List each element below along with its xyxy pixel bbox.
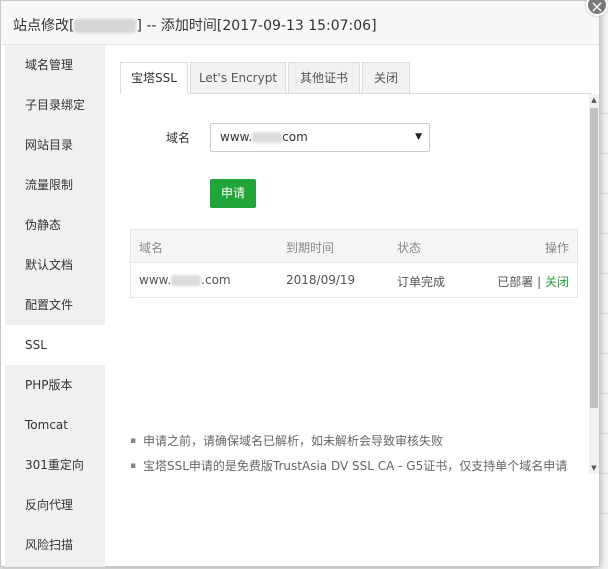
tips-list: 申请之前，请确保域名已解析，如未解析会导致审核失败 宝塔SSL申请的是免费版Tr… (130, 432, 580, 482)
redacted-domain (171, 275, 202, 286)
tab-other-cert[interactable]: 其他证书 (288, 62, 360, 94)
sidebar-item-default-document[interactable]: 默认文档 (5, 245, 105, 285)
sidebar-item-301-redirect[interactable]: 301重定向 (5, 445, 105, 485)
row-expire: 2018/09/19 (286, 273, 356, 287)
domain-select[interactable]: www. com ▼ (210, 123, 430, 152)
settings-sidebar: 域名管理 子目录绑定 网站目录 流量限制 伪静态 默认文档 配置文件 SSL P… (5, 45, 105, 567)
redacted-site-name (74, 19, 137, 33)
redacted-domain (252, 132, 283, 143)
scroll-up-icon[interactable]: ▲ (589, 94, 599, 106)
chevron-down-icon: ▼ (415, 132, 422, 142)
row-domain-prefix: www. (139, 273, 172, 287)
close-ssl-link[interactable]: 关闭 (545, 275, 569, 289)
tab-close-ssl[interactable]: 关闭 (362, 62, 410, 94)
sidebar-item-ssl[interactable]: SSL (5, 325, 105, 365)
scroll-thumb[interactable] (590, 108, 598, 408)
sidebar-item-config-file[interactable]: 配置文件 (5, 285, 105, 325)
tab-baota-ssl[interactable]: 宝塔SSL (120, 62, 188, 94)
sidebar-item-php-version[interactable]: PHP版本 (5, 365, 105, 405)
sidebar-item-traffic-limit[interactable]: 流量限制 (5, 165, 105, 205)
baota-ssl-panel: 域名 www. com ▼ 申请 域名 到期时间 状态 操作 www. .com 2… (120, 94, 592, 567)
tab-lets-encrypt[interactable]: Let's Encrypt (190, 62, 286, 94)
ssl-tabbar: 宝塔SSL Let's Encrypt 其他证书 关闭 (120, 62, 592, 94)
row-actions: 已部署 | 关闭 (497, 273, 569, 290)
header-domain: 域名 (139, 241, 164, 255)
sidebar-item-reverse-proxy[interactable]: 反向代理 (5, 485, 105, 525)
action-separator: | (537, 275, 542, 289)
scroll-down-icon[interactable]: ▼ (589, 462, 599, 474)
dialog-titlebar: 站点修改[ ] -- 添加时间[2017-09-13 15:07:06] (1, 1, 599, 45)
header-expire: 到期时间 (286, 241, 335, 255)
header-actions: 操作 (544, 241, 569, 255)
sidebar-item-rewrite[interactable]: 伪静态 (5, 205, 105, 245)
deployed-label: 已部署 (497, 275, 534, 289)
apply-button[interactable]: 申请 (210, 179, 256, 208)
content-scrollbar[interactable]: ▲ ▼ (589, 94, 599, 474)
domain-label: 域名 (166, 131, 191, 145)
sidebar-item-domain-management[interactable]: 域名管理 (5, 45, 105, 85)
row-domain: www. .com (139, 273, 231, 287)
tip-item: 宝塔SSL申请的是免费版TrustAsia DV SSL CA - G5证书，仅… (130, 457, 580, 482)
sidebar-item-tomcat[interactable]: Tomcat (5, 405, 105, 445)
ssl-content: 宝塔SSL Let's Encrypt 其他证书 关闭 域名 www. com ▼… (105, 45, 601, 567)
sidebar-item-risk-scan[interactable]: 风险扫描 (5, 525, 105, 565)
title-suffix: ] -- 添加时间[2017-09-13 15:07:06] (136, 18, 377, 34)
dialog-title: 站点修改[ ] -- 添加时间[2017-09-13 15:07:06] (13, 15, 377, 35)
table-header: 域名 到期时间 状态 操作 (131, 230, 577, 263)
tip-item: 申请之前，请确保域名已解析，如未解析会导致审核失败 (130, 432, 580, 457)
row-status: 订单完成 (397, 275, 446, 289)
header-status: 状态 (397, 241, 422, 255)
sidebar-item-subdirectory-binding[interactable]: 子目录绑定 (5, 85, 105, 125)
domain-prefix: www. (220, 130, 253, 144)
domain-suffix: com (282, 130, 308, 144)
title-prefix: 站点修改[ (13, 18, 75, 34)
site-edit-dialog: 站点修改[ ] -- 添加时间[2017-09-13 15:07:06] 域名管理… (0, 0, 600, 567)
sidebar-item-site-directory[interactable]: 网站目录 (5, 125, 105, 165)
certificate-table: 域名 到期时间 状态 操作 www. .com 2018/09/19 订单完成 已… (130, 229, 578, 298)
row-domain-suffix: .com (201, 273, 231, 287)
